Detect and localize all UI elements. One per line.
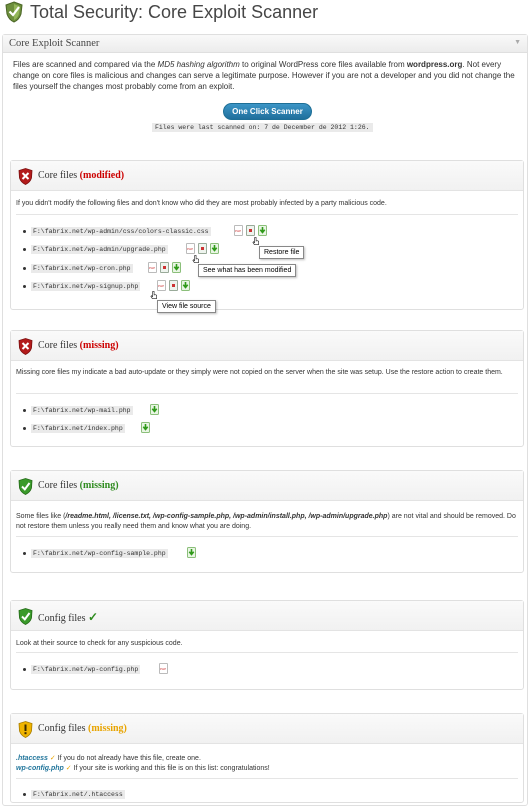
yellow-shield-exclamation-icon — [18, 721, 33, 738]
restore-icon[interactable] — [150, 404, 159, 415]
file-path: F:\fabrix.net/wp-admin/css/colors-classi… — [31, 227, 211, 236]
green-shield-check-icon — [18, 608, 33, 625]
view-source-icon[interactable] — [159, 663, 168, 674]
section-title: Config files ✓ — [38, 610, 99, 624]
bullet — [23, 409, 26, 412]
section-description: .htaccess ✓ If you do not already have t… — [16, 755, 270, 772]
divider — [16, 393, 518, 394]
wp-config-label: wp-config.php — [16, 765, 64, 772]
section-description: If you didn't modify the following files… — [16, 200, 387, 207]
file-path: F:\fabrix.net/.htaccess — [31, 790, 125, 799]
diff-icon[interactable] — [198, 243, 207, 254]
section-description: Look at their source to check for any su… — [16, 640, 183, 647]
page-title: Total Security: Core Exploit Scanner — [30, 2, 319, 22]
file-path: F:\fabrix.net/wp-admin/upgrade.php — [31, 245, 168, 254]
view-source-icon[interactable] — [234, 225, 243, 236]
diff-icon[interactable] — [246, 225, 255, 236]
shield-check-icon — [5, 1, 23, 23]
section-config-files: Config files ✓ Look at their source to c… — [10, 600, 524, 690]
section-header: Config files (missing) — [11, 714, 523, 744]
section-header: Core files (missing) — [11, 331, 523, 361]
panel-header[interactable]: Core Exploit Scanner ▼ — [3, 35, 527, 53]
tooltip-restore-file: Restore file — [259, 246, 305, 259]
section-core-files-modified: Core files (modified) If you didn't modi… — [10, 160, 524, 313]
restore-icon[interactable] — [258, 225, 267, 236]
bullet — [23, 668, 26, 671]
bullet — [23, 427, 26, 430]
section-description: Missing core files my indicate a bad aut… — [16, 369, 503, 376]
section-header: Core files (missing) — [11, 471, 523, 501]
hand-pointer-icon — [150, 291, 157, 299]
divider — [16, 652, 518, 653]
status-missing: (missing) — [79, 340, 119, 351]
section-header: Core files (modified) — [11, 161, 523, 191]
section-title: Config files (missing) — [38, 723, 127, 734]
section-description: Some files like (/readme.html, /license.… — [16, 513, 516, 530]
section-title: Core files (modified) — [38, 170, 125, 181]
tooltip-view-source: View file source — [157, 300, 216, 313]
file-path: F:\fabrix.net/wp-mail.php — [31, 406, 133, 415]
status-modified: (modified) — [79, 170, 125, 181]
hand-pointer-icon — [192, 255, 199, 263]
collapse-toggle-icon[interactable]: ▼ — [514, 39, 521, 46]
check-icon: ✓ — [88, 610, 99, 624]
diff-icon[interactable] — [160, 262, 169, 273]
tooltip-see-modified: See what has been modified — [198, 264, 297, 277]
bullet — [23, 285, 26, 288]
diff-icon[interactable] — [169, 280, 178, 291]
core-exploit-scanner-panel: Core Exploit Scanner ▼ Files are scanned… — [2, 34, 528, 806]
htaccess-label: .htaccess — [16, 755, 48, 762]
divider — [16, 536, 518, 537]
panel-title: Core Exploit Scanner — [9, 38, 100, 49]
last-scan-status: Files were last scanned on: 7 de Decembe… — [152, 123, 373, 132]
bullet — [23, 248, 26, 251]
green-shield-check-icon — [18, 478, 33, 495]
section-title: Core files (missing) — [38, 340, 119, 351]
bullet — [23, 230, 26, 233]
red-shield-x-icon — [18, 338, 33, 355]
file-path: F:\fabrix.net/wp-config-sample.php — [31, 549, 168, 558]
hand-pointer-icon — [252, 237, 259, 245]
view-source-icon[interactable] — [186, 243, 195, 254]
bullet — [23, 552, 26, 555]
restore-icon[interactable] — [141, 422, 150, 433]
status-missing: (missing) — [79, 480, 119, 491]
section-header: Config files ✓ — [11, 601, 523, 631]
page-header: Total Security: Core Exploit Scanner — [0, 0, 530, 26]
file-path: F:\fabrix.net/wp-signup.php — [31, 282, 141, 291]
intro-text: Files are scanned and compared via the M… — [13, 60, 515, 91]
restore-icon[interactable] — [181, 280, 190, 291]
view-source-icon[interactable] — [157, 280, 166, 291]
restore-icon[interactable] — [172, 262, 181, 273]
one-click-scanner-button[interactable]: One Click Scanner — [223, 103, 312, 120]
section-core-files-missing: Core files (missing) Missing core files … — [10, 330, 524, 447]
file-path: F:\fabrix.net/wp-config.php — [31, 665, 141, 674]
restore-icon[interactable] — [210, 243, 219, 254]
status-missing: (missing) — [88, 723, 127, 734]
divider — [16, 778, 518, 779]
section-title: Core files (missing) — [38, 480, 119, 491]
divider — [16, 214, 518, 215]
bullet — [23, 267, 26, 270]
restore-icon[interactable] — [187, 547, 196, 558]
section-config-files-missing: Config files (missing) .htaccess ✓ If yo… — [10, 713, 524, 803]
file-path: F:\fabrix.net/index.php — [31, 424, 125, 433]
section-core-files-missing-nonvital: Core files (missing) Some files like (/r… — [10, 470, 524, 573]
red-shield-x-icon — [18, 168, 33, 185]
file-path: F:\fabrix.net/wp-cron.php — [31, 264, 133, 273]
bullet — [23, 793, 26, 796]
view-source-icon[interactable] — [148, 262, 157, 273]
